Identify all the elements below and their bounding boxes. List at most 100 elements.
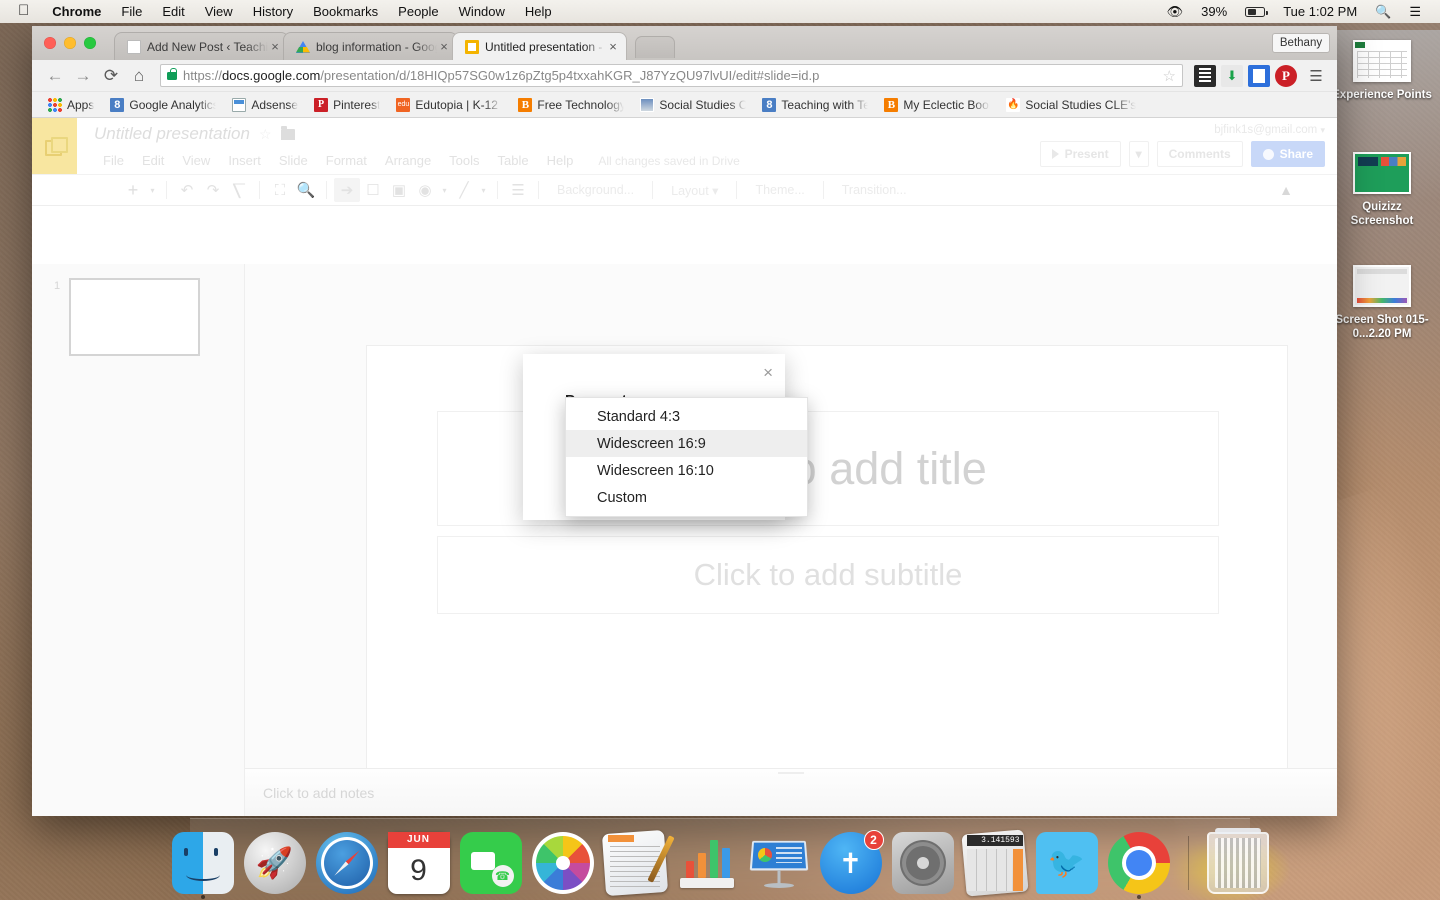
bookmark-google-analytics[interactable]: Google Analytics <box>102 97 224 112</box>
battery-icon[interactable] <box>1236 4 1274 19</box>
menu-item-view[interactable]: View <box>195 4 243 19</box>
dock-item-keynote[interactable] <box>748 832 810 894</box>
fit-to-screen-icon[interactable]: ⛶ <box>267 178 293 202</box>
theme-button[interactable]: Theme... <box>744 183 815 197</box>
share-button[interactable]: Share <box>1250 141 1325 167</box>
insert-image-icon[interactable]: ▣ <box>386 178 412 202</box>
bookmark-pinterest[interactable]: Pinterest <box>306 97 388 112</box>
slides-menu-view[interactable]: View <box>173 150 219 171</box>
menu-item-edit[interactable]: Edit <box>152 4 194 19</box>
slide-filmstrip[interactable]: 1 <box>32 264 245 816</box>
dock-item-launchpad[interactable]: 🚀 <box>243 832 306 894</box>
pinterest-extension-icon[interactable] <box>1275 64 1297 87</box>
dock-item-calendar[interactable]: JUN 9 <box>387 832 450 894</box>
line-icon[interactable]: ╱ <box>451 178 477 202</box>
dock-item-calculator[interactable]: 3.141593 <box>960 829 1029 897</box>
notes-resize-handle[interactable] <box>778 772 804 774</box>
maximize-window-button[interactable] <box>84 37 96 49</box>
dropdown-option-widescreen-16-9[interactable]: Widescreen 16:9 <box>566 430 807 457</box>
search-icon[interactable]: 🔍 <box>1366 4 1400 20</box>
new-tab-button[interactable] <box>635 36 675 58</box>
dock-item-app-store[interactable]: ✝ 2 <box>819 830 884 894</box>
dock-item-chrome[interactable] <box>1107 832 1170 899</box>
dock-item-numbers[interactable] <box>676 832 738 894</box>
browser-tab-add-new-post[interactable]: Add New Post ‹ Teaching w × <box>114 32 289 60</box>
transition-button[interactable]: Transition... <box>831 183 918 197</box>
speaker-notes-area[interactable]: Click to add notes <box>245 768 1337 816</box>
new-slide-button[interactable] <box>120 178 146 202</box>
bookmark-free-technology[interactable]: Free Technology for <box>510 97 632 112</box>
page-size-dropdown-menu[interactable]: Standard 4:3 Widescreen 16:9 Widescreen … <box>565 397 808 517</box>
slide-canvas-area[interactable]: Click to add title Click to add subtitle… <box>245 264 1337 816</box>
chevron-down-icon[interactable]: ▾ <box>1320 125 1325 135</box>
address-bar[interactable]: https://docs.google.com/presentation/d/1… <box>160 64 1183 87</box>
redo-icon[interactable]: ↷ <box>200 178 226 202</box>
bookmark-my-eclectic-bookshelf[interactable]: My Eclectic Bookshe <box>876 97 998 112</box>
download-extension-icon[interactable] <box>1221 64 1243 87</box>
minimize-window-button[interactable] <box>64 37 76 49</box>
hamburger-menu-icon[interactable]: ☰ <box>1305 67 1327 85</box>
menu-item-help[interactable]: Help <box>515 4 562 19</box>
star-outline-icon[interactable]: ☆ <box>259 126 272 143</box>
eye-icon[interactable]: 👁 <box>1158 4 1193 20</box>
browser-tab-untitled-presentation[interactable]: Untitled presentation - Goo × <box>452 32 627 60</box>
dock-item-facetime[interactable]: ☎ <box>459 832 522 894</box>
browser-tab-blog-information[interactable]: blog information - Google D × <box>283 32 458 60</box>
slides-menu-tools[interactable]: Tools <box>440 150 488 171</box>
subtitle-placeholder[interactable]: Click to add subtitle <box>437 536 1219 614</box>
clock-label[interactable]: Tue 1:02 PM <box>1274 4 1366 19</box>
zoom-icon[interactable]: 🔍 <box>293 178 319 202</box>
star-icon[interactable]: ☆ <box>1155 67 1176 85</box>
dock-item-safari[interactable] <box>315 832 378 894</box>
dropdown-option-standard-4-3[interactable]: Standard 4:3 <box>566 403 807 430</box>
insert-comment-icon[interactable]: ☰ <box>505 178 531 202</box>
menu-item-people[interactable]: People <box>388 4 448 19</box>
present-button[interactable]: Present <box>1039 141 1121 167</box>
undo-icon[interactable]: ↶ <box>174 178 200 202</box>
bookmark-social-studies-central[interactable]: Social Studies Centr <box>632 97 754 112</box>
close-icon[interactable]: × <box>763 364 773 381</box>
menu-item-history[interactable]: History <box>243 4 303 19</box>
filmstrip-slide-1[interactable]: 1 <box>32 278 244 356</box>
slides-menu-edit[interactable]: Edit <box>133 150 173 171</box>
slides-menu-insert[interactable]: Insert <box>219 150 270 171</box>
dock-item-trash[interactable] <box>1206 828 1269 894</box>
desktop-icon-experience-points[interactable]: Experience Points <box>1330 40 1434 102</box>
present-options-button[interactable]: ▾ <box>1128 141 1149 167</box>
slide-canvas[interactable]: Click to add title Click to add subtitle <box>367 346 1287 816</box>
new-slide-dropdown[interactable]: ▾ <box>146 178 159 202</box>
slides-menu-arrange[interactable]: Arrange <box>376 150 440 171</box>
collapse-toolbar-icon[interactable]: ▲ <box>1279 182 1293 198</box>
desktop-icon-quizizz-screenshot[interactable]: Quizizz Screenshot <box>1330 152 1434 228</box>
notification-center-icon[interactable]: ☰ <box>1400 4 1430 20</box>
menu-item-chrome[interactable]: Chrome <box>42 4 111 19</box>
slides-menu-file[interactable]: File <box>94 150 133 171</box>
evernote-extension-icon[interactable] <box>1248 64 1270 87</box>
shape-dropdown[interactable]: ▾ <box>438 178 451 202</box>
slide-thumbnail[interactable] <box>69 278 201 356</box>
desktop-icon-screen-shot[interactable]: Screen Shot 015-0...2.20 PM <box>1330 265 1434 341</box>
dock-item-pages[interactable] <box>601 829 675 897</box>
forward-icon[interactable]: → <box>70 63 96 89</box>
bookmark-apps[interactable]: Apps <box>40 97 102 112</box>
slides-menu-slide[interactable]: Slide <box>270 150 317 171</box>
bookmark-teaching-with-technology[interactable]: Teaching with Techno <box>754 97 876 112</box>
close-window-button[interactable] <box>44 37 56 49</box>
menu-item-window[interactable]: Window <box>449 4 515 19</box>
close-icon[interactable]: × <box>268 39 282 54</box>
menu-item-bookmarks[interactable]: Bookmarks <box>303 4 388 19</box>
layout-button[interactable]: Layout ▾ <box>660 183 729 198</box>
bookmark-edutopia[interactable]: Edutopia | K-12 Educ <box>388 97 510 112</box>
slides-menu-format[interactable]: Format <box>317 150 376 171</box>
folder-icon[interactable] <box>280 125 295 140</box>
comments-button[interactable]: Comments <box>1156 141 1243 167</box>
line-dropdown[interactable]: ▾ <box>477 178 490 202</box>
dock-item-twitter[interactable]: 🐦 <box>1035 832 1098 894</box>
film-strip-extension-icon[interactable] <box>1194 64 1216 87</box>
dock-item-finder[interactable] <box>171 832 234 899</box>
dock-item-photos[interactable] <box>531 832 594 894</box>
close-icon[interactable]: × <box>606 39 620 54</box>
shape-icon[interactable]: ◉ <box>412 178 438 202</box>
dropdown-option-custom[interactable]: Custom <box>566 484 807 511</box>
chrome-profile-button[interactable]: Bethany <box>1272 33 1330 53</box>
